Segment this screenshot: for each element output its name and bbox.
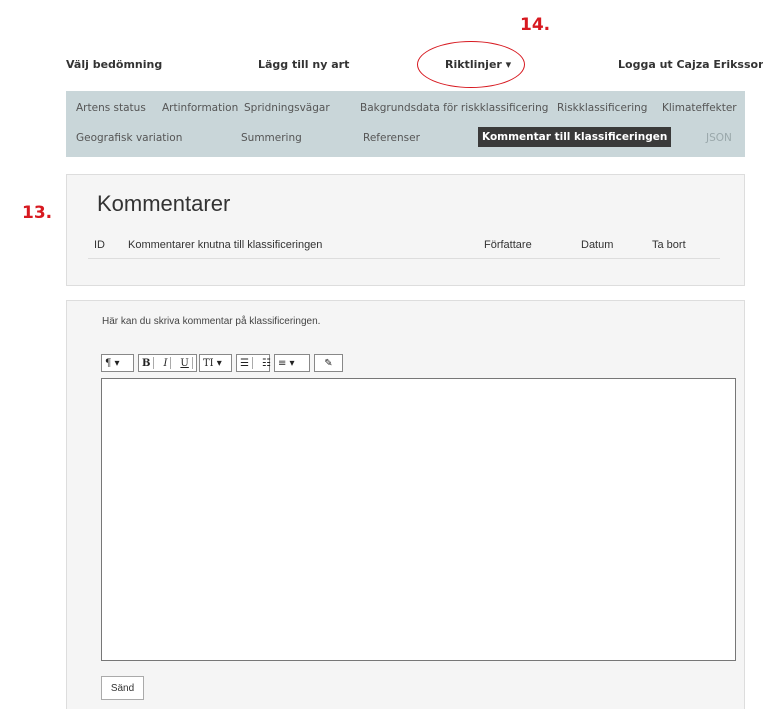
logout-link[interactable]: Logga ut Cajza Eriksson [618, 58, 763, 71]
add-species-link[interactable]: Lägg till ny art [258, 58, 349, 71]
paragraph-icon: ¶ ▾ [105, 357, 120, 369]
table-divider [88, 258, 720, 259]
clear-format-button[interactable]: ✎ [314, 354, 343, 372]
paragraph-style-button[interactable]: ¶ ▾ [101, 354, 134, 372]
editor-hint: Här kan du skriva kommentar på klassific… [102, 316, 321, 327]
font-size-icon: TI ▾ [203, 357, 222, 369]
tab-comment[interactable]: Kommentar till klassificeringen [478, 127, 672, 147]
eraser-icon: ✎ [324, 357, 333, 369]
bold-button[interactable]: B [139, 358, 153, 369]
align-icon: ≡ ▾ [278, 357, 295, 369]
tab-references[interactable]: Referenser [363, 132, 420, 144]
annotation-14: 14. [520, 15, 551, 35]
column-delete: Ta bort [652, 239, 686, 251]
ordered-list-button[interactable]: ☷ [259, 358, 274, 369]
annotation-13: 13. [22, 203, 53, 223]
unordered-list-button[interactable]: ☰ [237, 358, 252, 369]
choose-assessment-link[interactable]: Välj bedömning [66, 58, 162, 71]
align-button[interactable]: ≡ ▾ [274, 354, 310, 372]
tab-risk[interactable]: Riskklassificering [557, 102, 647, 114]
column-id: ID [94, 239, 105, 251]
column-date: Datum [581, 239, 614, 251]
tab-geo[interactable]: Geografisk variation [76, 132, 182, 144]
list-group: ☰ ☷ [236, 354, 271, 372]
comment-editor[interactable] [101, 378, 736, 661]
comments-title: Kommentarer [97, 191, 231, 216]
tab-json[interactable]: JSON [706, 132, 732, 144]
send-button[interactable]: Sänd [101, 676, 144, 700]
column-comments: Kommentarer knutna till klassificeringen [128, 239, 323, 251]
tab-paths[interactable]: Spridningsvägar [244, 102, 330, 114]
underline-button[interactable]: U [177, 358, 191, 369]
italic-button[interactable]: I [160, 358, 170, 369]
font-size-button[interactable]: TI ▾ [199, 354, 232, 372]
tab-info[interactable]: Artinformation [162, 102, 238, 114]
tab-status[interactable]: Artens status [76, 102, 146, 114]
highlight-ellipse [417, 41, 525, 88]
tab-climate[interactable]: Klimateffekter [662, 102, 737, 114]
text-style-group: B I U S [138, 354, 209, 372]
tab-background[interactable]: Bakgrundsdata för riskklassificering [360, 102, 548, 114]
tab-summary[interactable]: Summering [241, 132, 302, 144]
tab-bar: Artens status Artinformation Spridningsv… [66, 91, 745, 157]
column-author: Författare [484, 239, 532, 251]
